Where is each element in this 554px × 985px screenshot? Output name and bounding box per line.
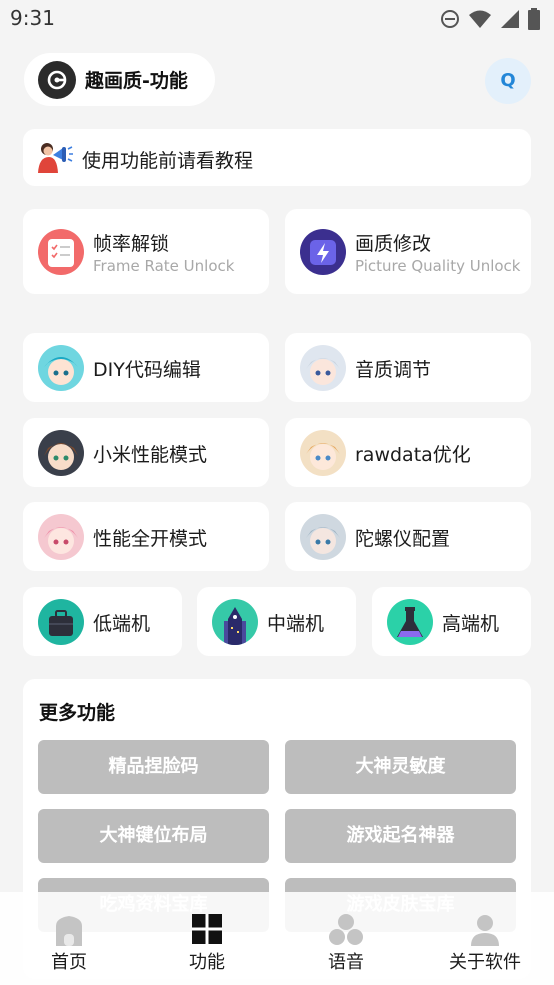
tool-label: 小米性能模式 <box>93 444 208 466</box>
tool-label: rawdata优化 <box>355 444 471 466</box>
anime-avatar-icon <box>38 514 84 560</box>
nav-home[interactable]: 首页 <box>0 892 138 985</box>
battery-icon <box>528 8 540 30</box>
signal-icon <box>501 10 519 28</box>
tier-card-low-end[interactable]: 低端机 <box>23 587 182 656</box>
more-button[interactable]: 精品捏脸码 <box>38 740 269 794</box>
voice-icon <box>329 914 363 945</box>
tool-label: DIY代码编辑 <box>93 359 201 381</box>
bottom-nav: 首页 功能 语音 关于软件 <box>0 892 554 985</box>
nav-label: 关于软件 <box>449 952 521 973</box>
app-title-pill: 趣画质-功能 <box>24 53 215 106</box>
anime-avatar-icon <box>300 514 346 560</box>
picture-quality-icon <box>300 229 346 275</box>
tool-card-full-performance[interactable]: 性能全开模式 <box>23 502 269 571</box>
tool-card-xiaomi-performance[interactable]: 小米性能模式 <box>23 418 269 487</box>
tutorial-banner[interactable]: 使用功能前请看教程 <box>23 129 531 186</box>
app-logo-icon <box>38 61 76 99</box>
status-icons <box>440 8 540 30</box>
picture-quality-card[interactable]: 画质修改 Picture Quality Unlock <box>285 209 531 294</box>
frame-rate-subtitle: Frame Rate Unlock <box>93 257 235 275</box>
status-bar: 9:31 <box>0 0 554 38</box>
wifi-icon <box>469 10 491 28</box>
anime-avatar-icon <box>300 345 346 391</box>
frame-rate-card[interactable]: 帧率解锁 Frame Rate Unlock <box>23 209 269 294</box>
picture-quality-subtitle: Picture Quality Unlock <box>355 257 521 275</box>
tool-label: 陀螺仪配置 <box>355 528 451 550</box>
more-button[interactable]: 大神灵敏度 <box>285 740 516 794</box>
frame-rate-title: 帧率解锁 <box>93 233 170 255</box>
anime-avatar-icon <box>38 345 84 391</box>
user-icon <box>471 915 499 946</box>
tool-card-audio-quality[interactable]: 音质调节 <box>285 333 531 402</box>
tool-label: 音质调节 <box>355 359 432 381</box>
tool-card-diy-code[interactable]: DIY代码编辑 <box>23 333 269 402</box>
nav-label: 语音 <box>328 952 364 973</box>
flask-icon <box>387 599 433 645</box>
tool-label: 性能全开模式 <box>93 528 208 550</box>
home-icon <box>56 916 82 946</box>
picture-quality-title: 画质修改 <box>355 233 432 255</box>
nav-voice[interactable]: 语音 <box>277 892 415 985</box>
tier-card-high-end[interactable]: 高端机 <box>372 587 531 656</box>
tool-card-rawdata[interactable]: rawdata优化 <box>285 418 531 487</box>
briefcase-icon <box>38 599 84 645</box>
nav-features[interactable]: 功能 <box>138 892 276 985</box>
page-title: 趣画质-功能 <box>85 70 188 92</box>
tier-label: 中端机 <box>267 613 325 635</box>
megaphone-person-icon <box>38 143 73 173</box>
more-button[interactable]: 游戏起名神器 <box>285 809 516 863</box>
tier-label: 低端机 <box>93 613 151 635</box>
nav-about[interactable]: 关于软件 <box>416 892 554 985</box>
more-features-title: 更多功能 <box>39 702 116 724</box>
do-not-disturb-icon <box>441 10 459 28</box>
tier-card-mid-range[interactable]: 中端机 <box>197 587 356 656</box>
nav-label: 首页 <box>51 952 87 973</box>
anime-avatar-icon <box>38 430 84 476</box>
status-time: 9:31 <box>10 6 55 30</box>
more-button[interactable]: 大神键位布局 <box>38 809 269 863</box>
tool-card-gyroscope[interactable]: 陀螺仪配置 <box>285 502 531 571</box>
building-icon <box>212 599 258 645</box>
nav-label: 功能 <box>189 952 225 973</box>
anime-avatar-icon <box>300 430 346 476</box>
grid-icon <box>192 914 222 944</box>
tier-label: 高端机 <box>442 613 500 635</box>
tutorial-label: 使用功能前请看教程 <box>82 150 254 172</box>
frame-rate-icon <box>38 229 84 275</box>
avatar[interactable]: Q <box>485 58 531 104</box>
